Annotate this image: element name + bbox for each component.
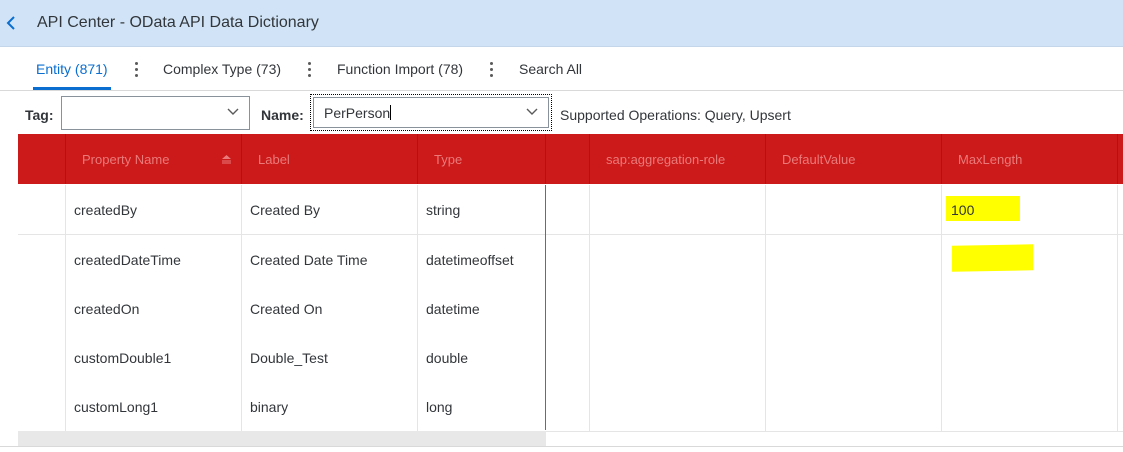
table-row[interactable]: customLong1 binary long <box>18 382 1123 432</box>
highlighter-mark <box>952 244 1033 272</box>
cell-type: double <box>426 349 469 366</box>
cell-label: binary <box>250 398 289 415</box>
table-row[interactable]: createdDateTime Created Date Time dateti… <box>18 235 1123 285</box>
cell-max-length: 100 <box>951 201 975 218</box>
cell-type: long <box>426 398 453 415</box>
column-header-type[interactable]: Type <box>434 134 462 184</box>
tag-label: Tag: <box>25 107 54 123</box>
supported-operations: Supported Operations: Query, Upsert <box>560 107 791 123</box>
column-divider <box>941 185 942 431</box>
cell-type: string <box>426 201 461 218</box>
table-header: Property Name Label Type sap:aggregation… <box>18 134 1123 184</box>
cell-label: Double_Test <box>250 349 328 366</box>
tab-search-all[interactable]: Search All <box>519 61 582 77</box>
column-header-max-length[interactable]: MaxLength <box>958 134 1022 184</box>
name-select[interactable]: PerPerson <box>310 94 552 131</box>
cell-type: datetime <box>426 300 480 317</box>
column-divider <box>765 185 766 431</box>
column-divider <box>241 185 242 431</box>
table-row[interactable]: createdOn Created On datetime <box>18 284 1123 334</box>
column-header-label[interactable]: Label <box>258 134 290 184</box>
cell-property-name: createdOn <box>74 300 140 317</box>
vertical-ellipsis-icon[interactable] <box>306 60 312 78</box>
vertical-ellipsis-icon[interactable] <box>488 60 494 78</box>
back-button[interactable] <box>0 8 26 38</box>
cell-type: datetimeoffset <box>426 251 514 268</box>
column-divider <box>417 185 418 431</box>
text-caret <box>390 105 392 120</box>
column-header-property-name[interactable]: Property Name <box>82 134 169 184</box>
tab-bar: Entity (871) Complex Type (73) Function … <box>0 47 1123 91</box>
cell-property-name: createdDateTime <box>74 251 181 268</box>
cell-label: Created Date Time <box>250 251 368 268</box>
column-header-aggregation-role[interactable]: sap:aggregation-role <box>606 134 725 184</box>
cell-label: Created On <box>250 300 323 317</box>
chevron-down-icon <box>227 108 239 115</box>
name-label: Name: <box>261 107 304 123</box>
active-tab-indicator <box>33 87 111 90</box>
bottom-divider <box>0 446 1123 447</box>
horizontal-scrollbar[interactable] <box>18 431 546 446</box>
vertical-ellipsis-icon[interactable] <box>133 60 139 78</box>
column-header-default-value[interactable]: DefaultValue <box>782 134 855 184</box>
app-title: API Center - OData API Data Dictionary <box>37 14 319 31</box>
tab-function-import[interactable]: Function Import (78) <box>337 61 463 77</box>
chevron-down-icon <box>526 108 538 115</box>
tag-select[interactable] <box>61 96 250 130</box>
fixed-columns-divider <box>545 185 546 430</box>
sort-ascending-icon[interactable] <box>221 155 232 164</box>
name-select-value: PerPerson <box>324 105 391 121</box>
tab-entity[interactable]: Entity (871) <box>36 61 108 77</box>
column-divider <box>65 185 66 431</box>
cell-property-name: customDouble1 <box>74 349 172 366</box>
cell-property-name: customLong1 <box>74 398 159 415</box>
cell-label: Created By <box>250 201 321 218</box>
cell-property-name: createdBy <box>74 201 138 218</box>
column-divider <box>589 185 590 431</box>
table-row[interactable]: createdBy Created By string 100 <box>18 185 1123 235</box>
shell-header: API Center - OData API Data Dictionary <box>0 0 1123 47</box>
column-divider <box>1117 185 1118 431</box>
tab-complex-type[interactable]: Complex Type (73) <box>163 61 281 77</box>
chevron-left-icon <box>6 16 15 30</box>
table-row[interactable]: customDouble1 Double_Test double <box>18 333 1123 383</box>
